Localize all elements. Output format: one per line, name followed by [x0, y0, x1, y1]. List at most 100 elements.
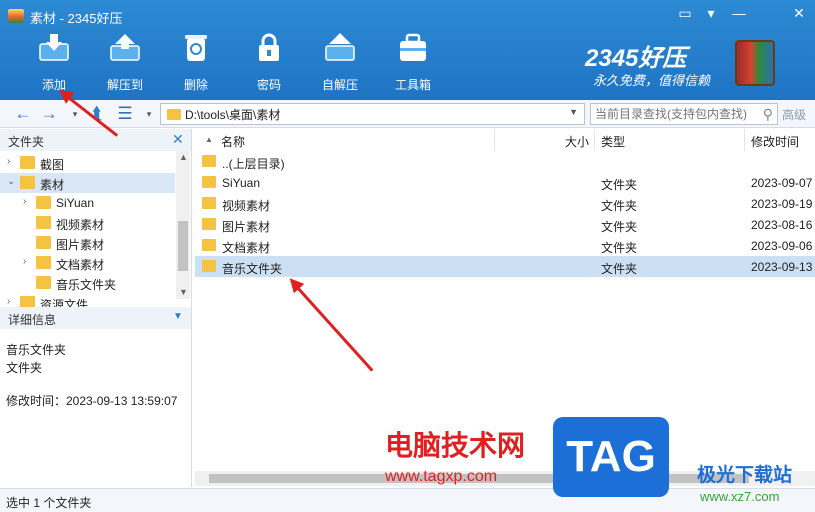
details-panel-header: 详细信息 ▼ — [0, 307, 191, 329]
back-arrow-icon[interactable]: ← — [12, 103, 34, 125]
add-button[interactable]: 添加 — [24, 30, 84, 96]
scroll-thumb[interactable] — [178, 221, 188, 271]
tree-item[interactable]: 音乐文件夹 — [0, 273, 175, 293]
tree-item[interactable]: › 截图 — [0, 153, 175, 173]
details-modified: 修改时间：2023-09-13 13:59:07 — [6, 394, 178, 408]
watermark-site2-name: 极光下载站 — [697, 465, 793, 486]
expand-arrow-icon[interactable]: ⌄ — [7, 176, 15, 187]
sidebar: 文件夹 ✕ › 截图 ⌄ 素材 › SiYuan 视频素材 图片素材 › 文档素材 音乐文件夹 › 资源… — [0, 129, 192, 487]
table-row[interactable]: 视频素材 文件夹 2023-09-19 — [195, 193, 815, 214]
scroll-down-icon[interactable]: ▼ — [179, 287, 188, 297]
lock-icon — [259, 33, 279, 61]
details-name: 音乐文件夹 — [6, 343, 67, 357]
cell-name: ..(上层目录) — [222, 157, 285, 171]
close-panel-icon[interactable]: ✕ — [172, 131, 184, 148]
extract-icon — [110, 34, 140, 61]
cell-modified: 2023-08-16 — [751, 218, 813, 232]
feedback-icon[interactable]: ▭ — [674, 2, 696, 24]
folder-icon — [36, 236, 51, 249]
tree-item[interactable]: › 文档素材 — [0, 253, 175, 273]
column-modified[interactable]: 修改时间 — [745, 129, 815, 151]
watermark-tag-logo: TAG — [553, 417, 669, 497]
tree-item-label: 截图 — [40, 158, 65, 172]
tree-item-label: 文档素材 — [56, 258, 105, 272]
expand-arrow-icon[interactable]: › — [23, 256, 26, 267]
folder-icon — [167, 109, 181, 120]
path-input[interactable] — [185, 106, 555, 122]
brand-name: 2345好压 — [585, 45, 687, 72]
tree-item[interactable]: › SiYuan — [0, 193, 175, 213]
cell-type: 文件夹 — [601, 241, 638, 255]
tree-item[interactable]: ⌄ 素材 — [0, 173, 175, 193]
tree-item-label: SiYuan — [56, 196, 95, 210]
app-header: 素材 - 2345好压 ▭ ▾ — ✕ 添加 解压到 删除 密码 自解压 工具箱 — [0, 0, 815, 100]
details-type: 文件夹 — [6, 361, 43, 375]
tree-item-label: 音乐文件夹 — [56, 278, 117, 292]
brand-slogan: 永久免费，值得信赖 — [593, 73, 711, 88]
toolbox-button[interactable]: 工具箱 — [383, 30, 443, 96]
archive-box-icon — [735, 40, 775, 86]
self-extract-icon — [325, 33, 355, 61]
view-dropdown-icon[interactable]: ▾ — [138, 103, 160, 125]
table-row[interactable]: 文档素材 文件夹 2023-09-06 — [195, 235, 815, 256]
folder-icon — [202, 218, 216, 230]
scroll-up-icon[interactable]: ▲ — [179, 152, 188, 162]
status-text: 选中 1 个文件夹 — [6, 496, 92, 510]
folder-icon — [20, 156, 35, 169]
folder-icon — [202, 239, 216, 251]
cell-name: SiYuan — [222, 176, 261, 190]
tree-item[interactable]: 视频素材 — [0, 213, 175, 233]
column-name[interactable]: ▲ 名称 — [195, 129, 495, 151]
folder-panel-header: 文件夹 ✕ — [0, 129, 191, 151]
table-row[interactable]: 图片素材 文件夹 2023-08-16 — [195, 214, 815, 235]
menu-dropdown-icon[interactable]: ▾ — [700, 2, 722, 24]
expand-arrow-icon[interactable]: › — [23, 196, 26, 207]
table-row[interactable]: ..(上层目录) — [195, 151, 815, 172]
cell-name: 视频素材 — [222, 199, 271, 213]
cell-type: 文件夹 — [601, 199, 638, 213]
cell-modified: 2023-09-06 — [751, 239, 813, 253]
advanced-search-link[interactable]: 高级 — [782, 106, 806, 123]
cell-name: 音乐文件夹 — [222, 262, 283, 276]
folder-icon — [202, 260, 216, 272]
password-button[interactable]: 密码 — [239, 30, 299, 96]
search-box: ⚲ — [590, 103, 778, 125]
recycle-bin-icon — [185, 35, 207, 61]
folder-icon — [202, 176, 216, 188]
sort-up-icon: ▲ — [205, 135, 213, 144]
expand-arrow-icon[interactable]: › — [7, 156, 10, 167]
table-row[interactable]: 音乐文件夹 文件夹 2023-09-13 — [195, 256, 815, 277]
extract-to-button[interactable]: 解压到 — [95, 30, 155, 96]
window-title: 素材 - 2345好压 — [30, 11, 123, 26]
collapse-details-icon[interactable]: ▼ — [173, 311, 183, 322]
cell-type: 文件夹 — [601, 220, 638, 234]
close-button[interactable]: ✕ — [788, 2, 810, 24]
search-input[interactable] — [595, 106, 755, 122]
folder-icon — [202, 155, 216, 167]
watermark-site2-url: www.xz7.com — [700, 489, 780, 504]
toolbox-icon — [400, 33, 426, 61]
cell-type: 文件夹 — [601, 262, 638, 276]
search-icon[interactable]: ⚲ — [763, 106, 773, 123]
view-list-icon[interactable]: ☰ — [114, 103, 136, 125]
path-dropdown-icon[interactable]: ▼ — [569, 107, 578, 117]
expand-arrow-icon[interactable]: › — [7, 296, 10, 307]
tree-item-label: 图片素材 — [56, 238, 105, 252]
self-extract-button[interactable]: 自解压 — [310, 30, 370, 96]
add-archive-icon — [39, 34, 69, 61]
delete-button[interactable]: 删除 — [166, 30, 226, 96]
table-row[interactable]: SiYuan 文件夹 2023-09-07 — [195, 172, 815, 193]
cell-name: 文档素材 — [222, 241, 271, 255]
title-bar: 素材 - 2345好压 ▭ ▾ — ✕ — [0, 0, 815, 32]
forward-arrow-icon[interactable]: → — [38, 103, 60, 125]
navigation-bar: ← → ▾ ⮬ ☰ ▾ ▼ ⚲ 高级 — [0, 100, 815, 128]
column-type[interactable]: 类型 — [595, 129, 745, 151]
minimize-button[interactable]: — — [728, 2, 750, 24]
folder-icon — [36, 196, 51, 209]
column-size[interactable]: 大小 — [495, 129, 595, 151]
tree-item[interactable]: 图片素材 — [0, 233, 175, 253]
status-bar: 选中 1 个文件夹 — [0, 488, 815, 512]
tree-item-label: 素材 — [40, 178, 65, 192]
tree-scrollbar[interactable]: ▲ ▼ — [176, 151, 190, 299]
folder-icon — [36, 276, 51, 289]
